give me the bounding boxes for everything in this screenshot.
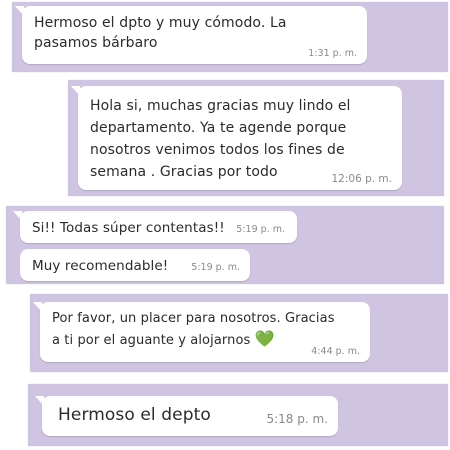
message-text: Hermoso el depto [58, 405, 211, 425]
message-text: Si!! Todas súper contentas!! [32, 220, 225, 236]
chat-strip: Hermoso el dpto y muy cómodo. La pasamos… [12, 2, 448, 72]
message-timestamp: 5:19 p. m. [236, 224, 285, 235]
message-bubble[interactable]: Hermoso el depto 5:18 p. m. [35, 396, 338, 436]
message-timestamp: 4:44 p. m. [311, 346, 360, 357]
message-bubble[interactable]: Hola si, muchas gracias muy lindo el dep… [71, 86, 402, 190]
chat-strip: Hermoso el depto 5:18 p. m. [28, 384, 448, 446]
message-timestamp: 1:31 p. m. [308, 48, 357, 59]
message-bubble[interactable]: Por favor, un placer para nosotros. Grac… [33, 302, 370, 362]
green-heart-icon: 💚 [254, 329, 275, 348]
message-text: Hermoso el dpto y muy cómodo. La pasamos… [34, 15, 287, 51]
bubble-tail [71, 86, 80, 96]
bubble-tail [15, 6, 24, 16]
bubble-tail [35, 396, 44, 406]
message-text: Hola si, muchas gracias muy lindo el dep… [90, 98, 351, 180]
message-text: Muy recomendable! [32, 258, 169, 274]
bubble-tail [33, 302, 42, 312]
bubble-tail [13, 211, 22, 221]
message-timestamp: 5:19 p. m. [191, 262, 240, 273]
chat-strip: Por favor, un placer para nosotros. Grac… [30, 294, 448, 372]
message-text: Por favor, un placer para nosotros. Grac… [52, 311, 335, 348]
chat-strip: Hola si, muchas gracias muy lindo el dep… [68, 80, 444, 196]
message-timestamp: 12:06 p. m. [331, 173, 392, 185]
message-bubble[interactable]: Si!! Todas súper contentas!! 5:19 p. m. [13, 211, 297, 243]
chat-strip: Si!! Todas súper contentas!! 5:19 p. m. … [6, 206, 444, 284]
message-bubble[interactable]: Muy recomendable! 5:19 p. m. [20, 249, 250, 281]
message-timestamp: 5:18 p. m. [266, 412, 328, 426]
message-bubble[interactable]: Hermoso el dpto y muy cómodo. La pasamos… [15, 6, 367, 64]
